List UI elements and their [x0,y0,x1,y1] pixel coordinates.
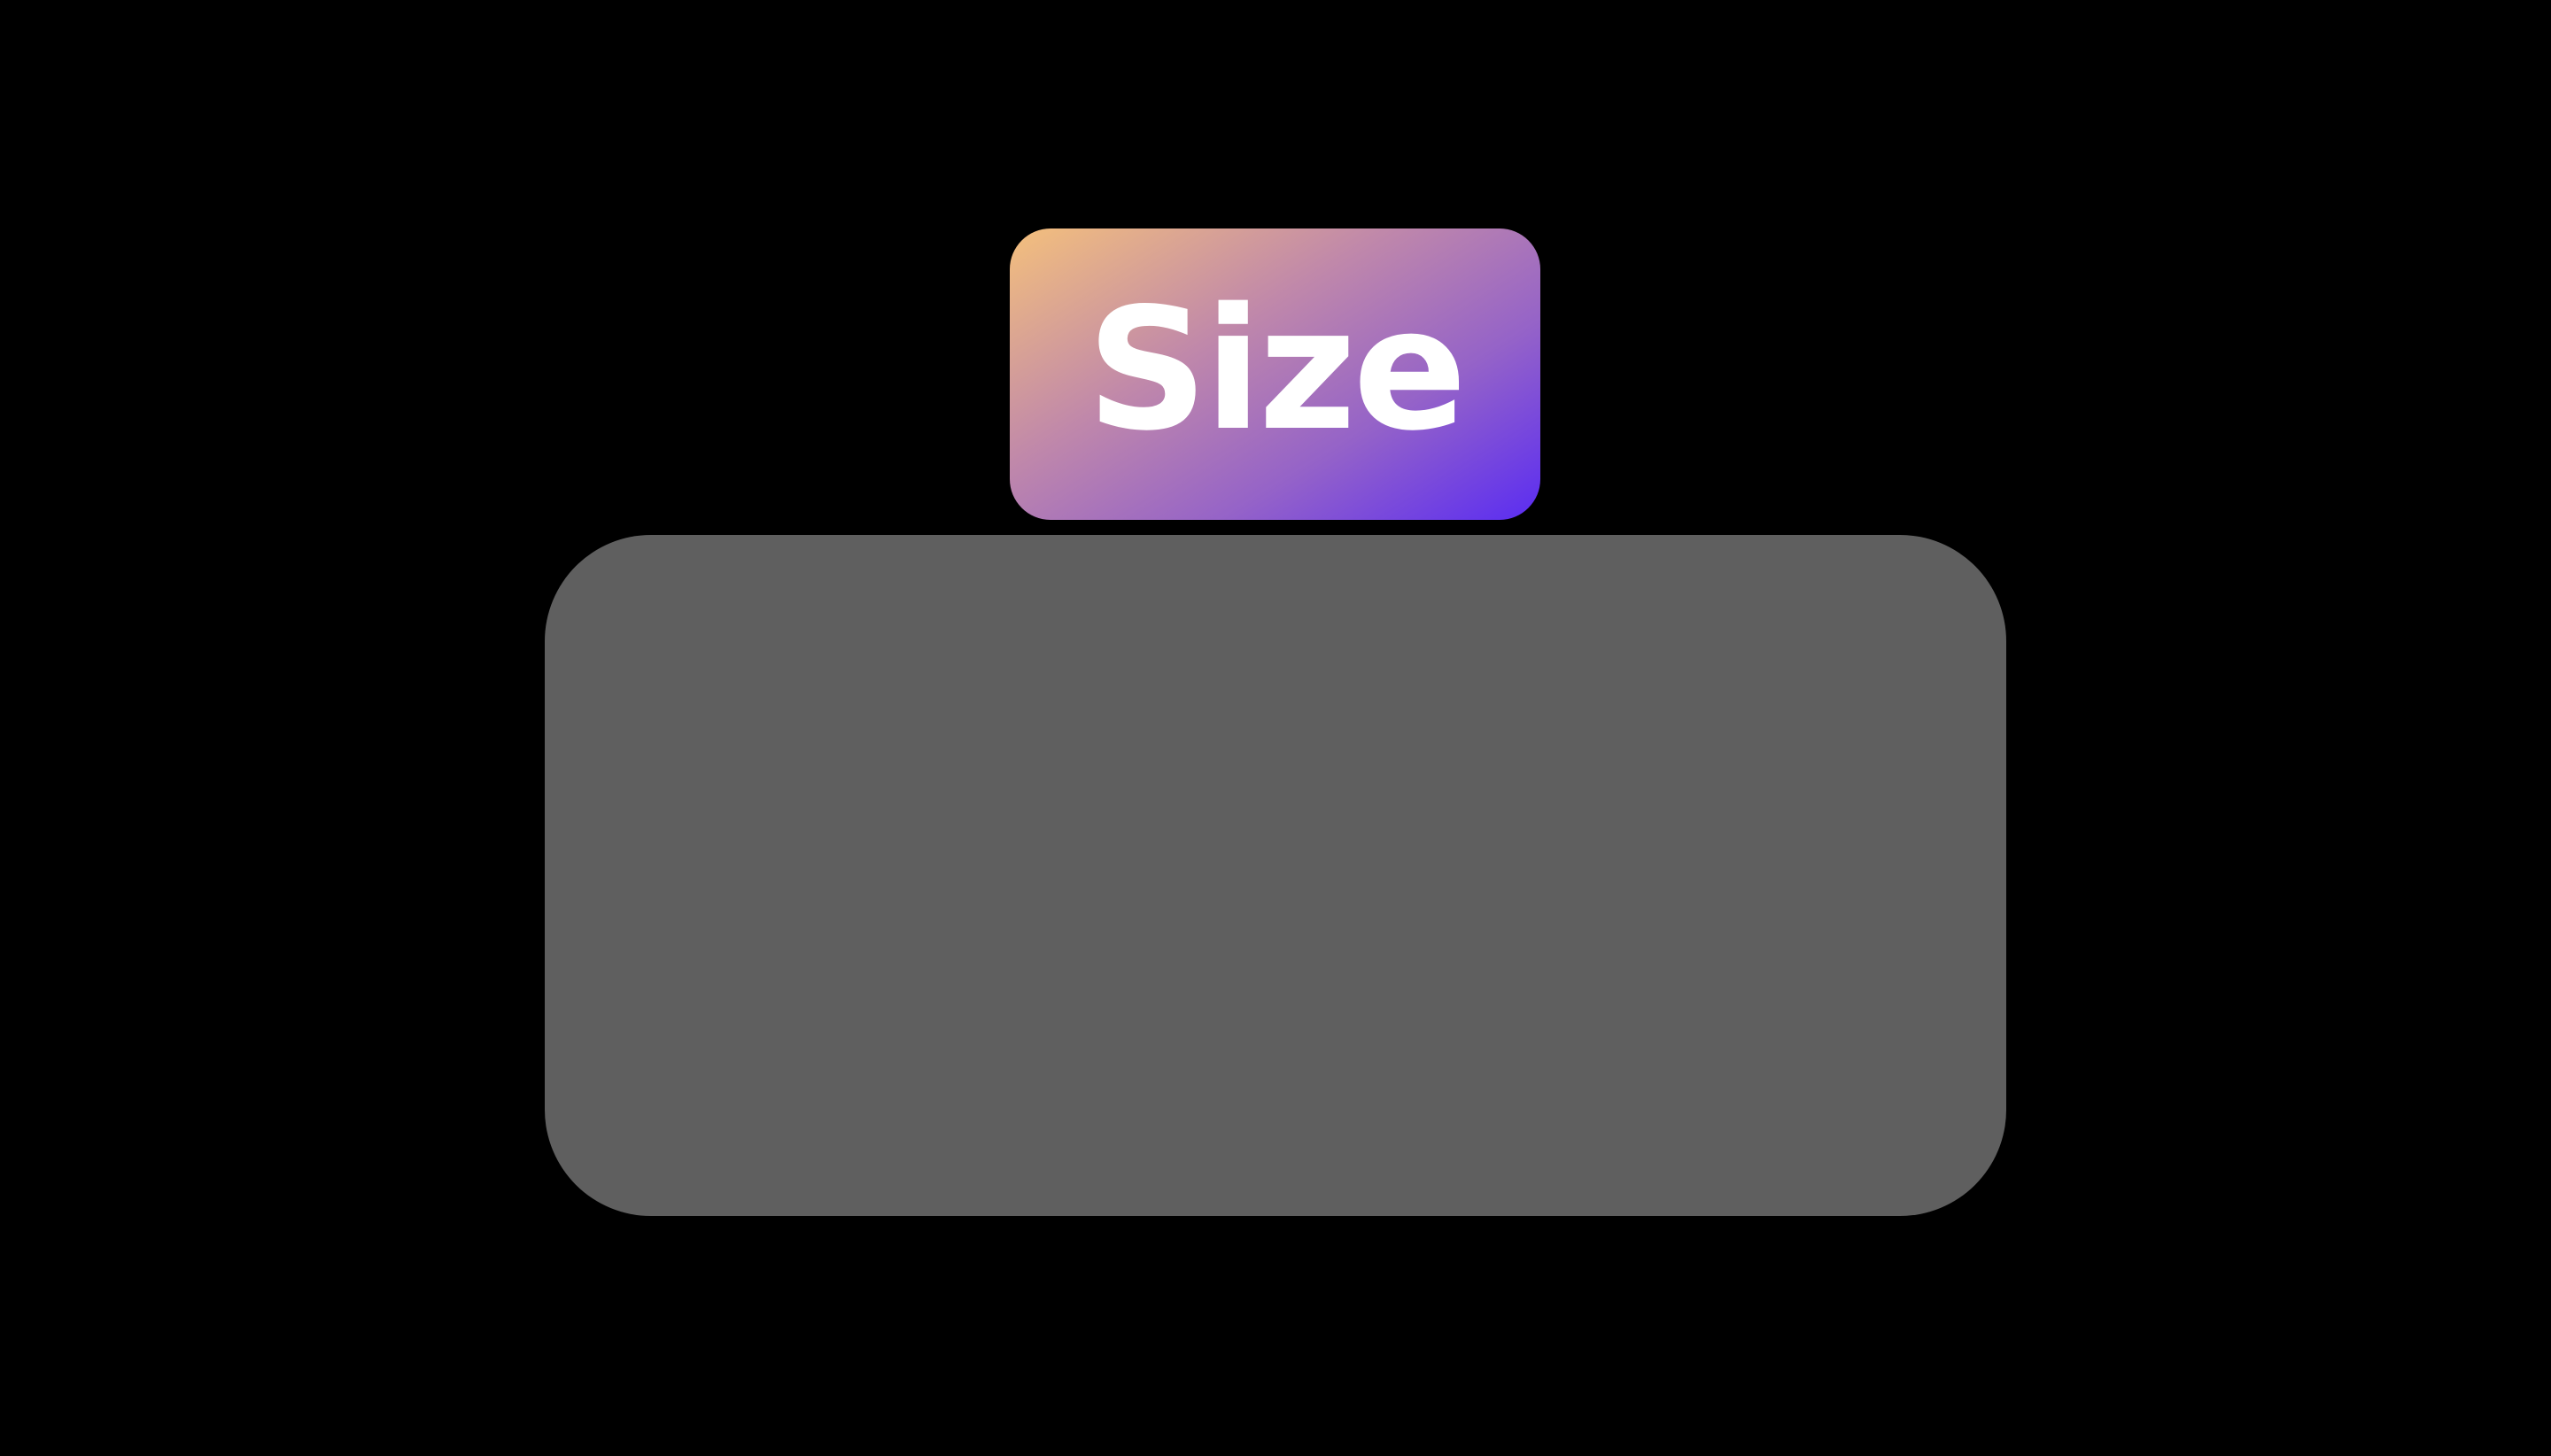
content-placeholder-box [545,535,2006,1216]
size-label: Size [1086,271,1467,468]
stage: Size [0,0,2551,1456]
size-badge: Size [1010,228,1540,520]
